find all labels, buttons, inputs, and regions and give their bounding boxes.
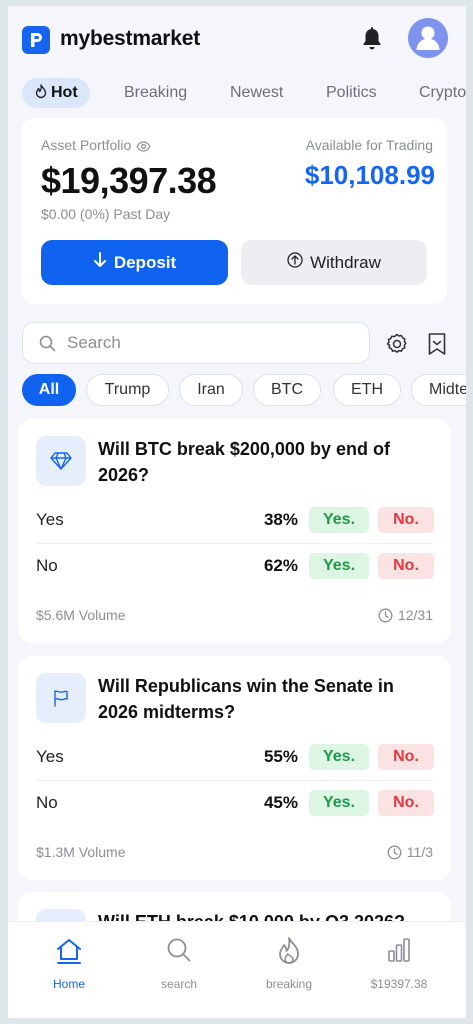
withdraw-label: Withdraw — [310, 252, 381, 272]
outcome-percent: 55% — [263, 747, 298, 766]
withdraw-button[interactable]: Withdraw — [241, 240, 427, 285]
tab-breaking[interactable]: Breaking — [124, 78, 187, 108]
outcome-name: No — [36, 556, 58, 575]
yes-button[interactable]: Yes. — [309, 790, 369, 816]
nav-label: breaking — [265, 977, 313, 991]
asset-portfolio-label: Asset Portfolio — [41, 137, 151, 155]
market-card[interactable]: Will BTC break $200,000 by end of 2026? … — [18, 419, 451, 643]
outcome-percent: 45% — [263, 793, 298, 812]
market-question[interactable]: Will Republicans win the Senate in 2026 … — [98, 673, 438, 725]
nav-portfolio[interactable]: $19397.38 — [354, 936, 444, 991]
available-value: $10,108.99 — [304, 160, 435, 190]
bookmark-icon[interactable] — [427, 332, 447, 361]
nav-home[interactable]: Home — [24, 936, 114, 991]
tab-crypto[interactable]: Crypto — [419, 78, 466, 108]
flame-icon — [34, 80, 48, 110]
outcome-row: Yes 55% Yes. No. — [36, 734, 434, 780]
chip-midterms[interactable]: Midte — [411, 374, 466, 406]
no-button[interactable]: No. — [378, 790, 434, 816]
arrow-down-icon — [93, 252, 107, 273]
market-end-date: 12/31 — [378, 607, 433, 626]
market-card[interactable]: Will Republicans win the Senate in 2026 … — [18, 656, 451, 880]
outcome-percent: 62% — [263, 556, 298, 575]
search-icon — [39, 335, 56, 357]
tab-hot[interactable]: Hot — [22, 78, 90, 108]
bar-chart-icon — [354, 936, 444, 970]
nav-label: $19397.38 — [370, 977, 428, 991]
clock-icon — [378, 608, 393, 626]
available-label: Available for Trading — [305, 137, 433, 153]
portfolio-card: Asset Portfolio $19,397.38 $0.00 (0%) Pa… — [21, 118, 447, 304]
market-end-date: 11/3 — [387, 844, 433, 863]
chip-all[interactable]: All — [22, 374, 76, 406]
outcome-name: Yes — [36, 747, 64, 766]
no-button[interactable]: No. — [378, 553, 434, 579]
market-question[interactable]: Will BTC break $200,000 by end of 2026? — [98, 436, 438, 488]
yes-button[interactable]: Yes. — [309, 507, 369, 533]
market-volume: $1.3M Volume — [36, 844, 126, 860]
search-bar[interactable] — [22, 322, 370, 364]
yes-button[interactable]: Yes. — [309, 553, 369, 579]
outcome-row: Yes 38% Yes. No. — [36, 497, 434, 543]
tab-politics[interactable]: Politics — [326, 78, 377, 108]
flame-icon — [244, 936, 334, 970]
clock-icon — [387, 845, 402, 863]
deposit-label: Deposit — [113, 252, 177, 272]
chip-eth[interactable]: ETH — [333, 374, 401, 406]
outcome-row: No 62% Yes. No. — [36, 543, 434, 589]
search-input[interactable] — [67, 331, 357, 355]
app-window: mybestmarket Hot Breaking Newest Politic… — [8, 6, 466, 1018]
no-button[interactable]: No. — [378, 744, 434, 770]
brand-name[interactable]: mybestmarket — [60, 27, 200, 51]
chip-btc[interactable]: BTC — [253, 374, 321, 406]
header: mybestmarket — [8, 6, 466, 72]
market-volume: $5.6M Volume — [36, 607, 126, 623]
outcome-row: No 45% Yes. No. — [36, 780, 434, 826]
nav-label: Home — [52, 977, 85, 991]
portfolio-value: $19,397.38 — [41, 160, 217, 201]
filter-chips: All Trump Iran BTC ETH Midte — [22, 374, 466, 406]
user-avatar[interactable] — [408, 18, 448, 58]
outcome-percent: 38% — [263, 510, 298, 529]
gear-icon[interactable] — [385, 332, 409, 361]
tab-newest[interactable]: Newest — [230, 78, 283, 108]
p-logo-icon[interactable] — [22, 26, 50, 54]
eye-icon[interactable] — [136, 139, 151, 155]
portfolio-change: $0.00 (0%) Past Day — [41, 206, 171, 222]
arrow-up-circle-icon — [287, 252, 303, 273]
diamond-icon — [36, 436, 86, 486]
bell-icon[interactable] — [360, 26, 384, 57]
search-icon — [134, 936, 224, 970]
nav-label: search — [160, 977, 198, 991]
chip-trump[interactable]: Trump — [86, 374, 169, 406]
tab-label: Hot — [51, 84, 78, 101]
home-icon — [24, 936, 114, 970]
nav-search[interactable]: search — [134, 936, 224, 991]
nav-breaking[interactable]: breaking — [244, 936, 334, 991]
chip-iran[interactable]: Iran — [179, 374, 243, 406]
no-button[interactable]: No. — [378, 507, 434, 533]
yes-button[interactable]: Yes. — [309, 744, 369, 770]
outcome-name: Yes — [36, 510, 64, 529]
deposit-button[interactable]: Deposit — [41, 240, 228, 285]
category-tabs: Hot Breaking Newest Politics Crypto — [22, 78, 466, 110]
flag-icon — [36, 673, 86, 723]
outcome-name: No — [36, 793, 58, 812]
bottom-nav: Home search breaking $19397.38 — [8, 921, 466, 1018]
